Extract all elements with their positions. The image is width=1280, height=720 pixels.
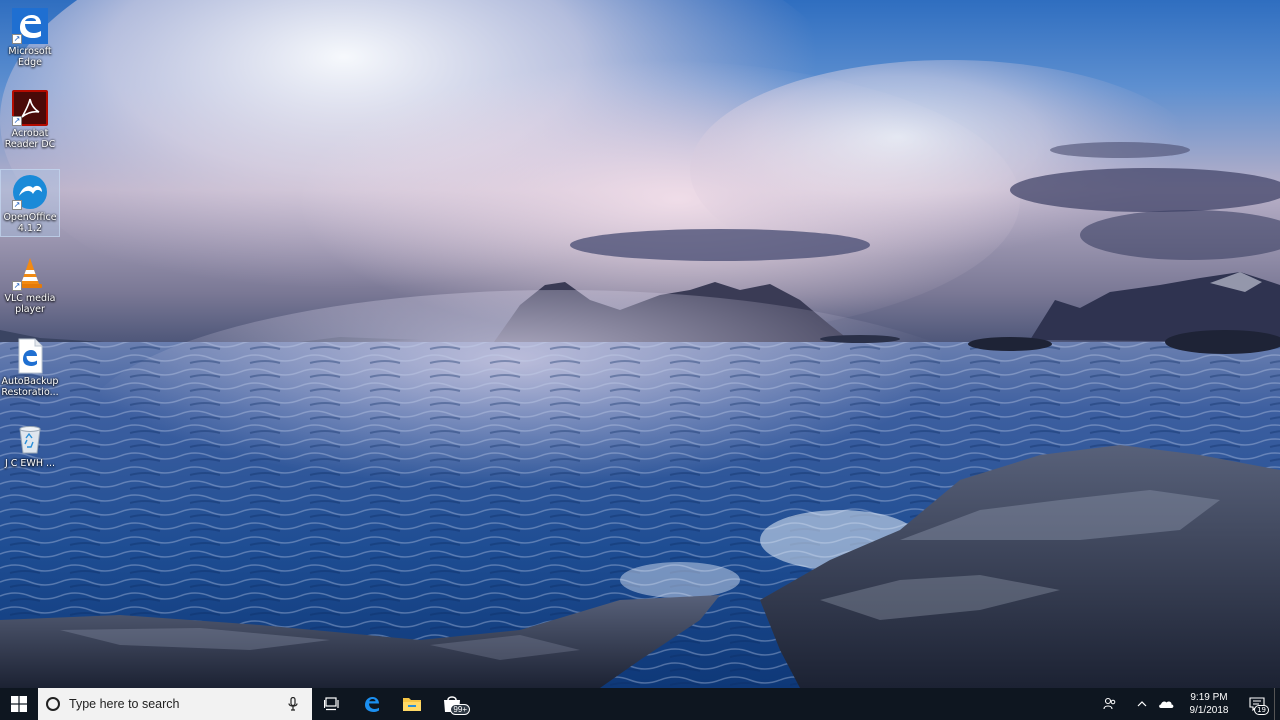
onedrive-cloud-icon [1159, 701, 1174, 708]
notification-count-badge: 19 [1254, 705, 1269, 715]
onedrive-button[interactable] [1154, 688, 1178, 720]
clock-time: 9:19 PM [1190, 692, 1228, 703]
people-icon [1103, 697, 1116, 710]
recycle-bin-icon [12, 420, 48, 456]
people-button[interactable] [1098, 688, 1122, 720]
edge-document-icon [12, 338, 48, 374]
shortcut-arrow-icon: ↗ [12, 200, 22, 210]
action-center-button[interactable]: 19 [1240, 688, 1274, 720]
desktop-icon-label: VLC media player [4, 293, 56, 315]
desktop-shortcut-vlc[interactable]: ↗ VLC media player [0, 251, 60, 319]
desktop-icon-label: AutoBackup Restoratio... [1, 376, 59, 398]
cortana-icon [46, 697, 60, 711]
start-button[interactable] [0, 688, 38, 720]
clock[interactable]: 9:19 PM 9/1/2018 [1178, 691, 1240, 717]
search-box[interactable]: Type here to search [38, 688, 312, 720]
desktop-shortcut-autobackup[interactable]: AutoBackup Restoratio... [0, 334, 60, 402]
microphone-icon[interactable] [284, 697, 302, 711]
edge-icon [365, 697, 379, 712]
show-hidden-icons-button[interactable] [1130, 688, 1154, 720]
clock-date: 9/1/2018 [1189, 705, 1229, 716]
taskbar-store-button[interactable]: 99+ [432, 688, 472, 720]
desktop-wallpaper [0, 0, 1280, 688]
desktop-shortcut-microsoft-edge[interactable]: ↗ Microsoft Edge [0, 4, 60, 72]
shortcut-arrow-icon: ↗ [12, 116, 22, 126]
desktop-icon-label: OpenOffice 4.1.2 [3, 212, 57, 234]
taskbar-file-explorer-button[interactable] [392, 688, 432, 720]
store-badge: 99+ [450, 704, 470, 715]
openoffice-icon: ↗ [12, 174, 48, 210]
system-tray: 9:19 PM 9/1/2018 19 [1098, 688, 1280, 720]
shortcut-arrow-icon: ↗ [12, 281, 22, 291]
desktop-shortcut-acrobat-reader[interactable]: ↗ Acrobat Reader DC [0, 86, 60, 154]
desktop-recycle-bin[interactable]: J C EWH ... [0, 416, 60, 484]
desktop-icon-label: J C EWH ... [4, 458, 56, 469]
edge-icon: ↗ [12, 8, 48, 44]
file-explorer-icon [403, 698, 421, 711]
show-desktop-button[interactable] [1274, 688, 1280, 720]
shortcut-arrow-icon: ↗ [12, 34, 22, 44]
desktop-icon-label: Acrobat Reader DC [4, 128, 56, 150]
desktop-icon-label: Microsoft Edge [8, 46, 52, 68]
taskbar-edge-button[interactable] [352, 688, 392, 720]
search-placeholder: Type here to search [69, 697, 180, 711]
task-view-icon [324, 697, 339, 711]
vlc-icon: ↗ [12, 255, 48, 291]
windows-logo-icon [11, 696, 27, 712]
taskbar: Type here to search 99+ 9:19 PM 9/1/2018… [0, 688, 1280, 720]
desktop-shortcut-openoffice[interactable]: ↗ OpenOffice 4.1.2 [0, 169, 60, 237]
task-view-button[interactable] [312, 688, 352, 720]
chevron-up-icon [1137, 701, 1147, 707]
acrobat-icon: ↗ [12, 90, 48, 126]
